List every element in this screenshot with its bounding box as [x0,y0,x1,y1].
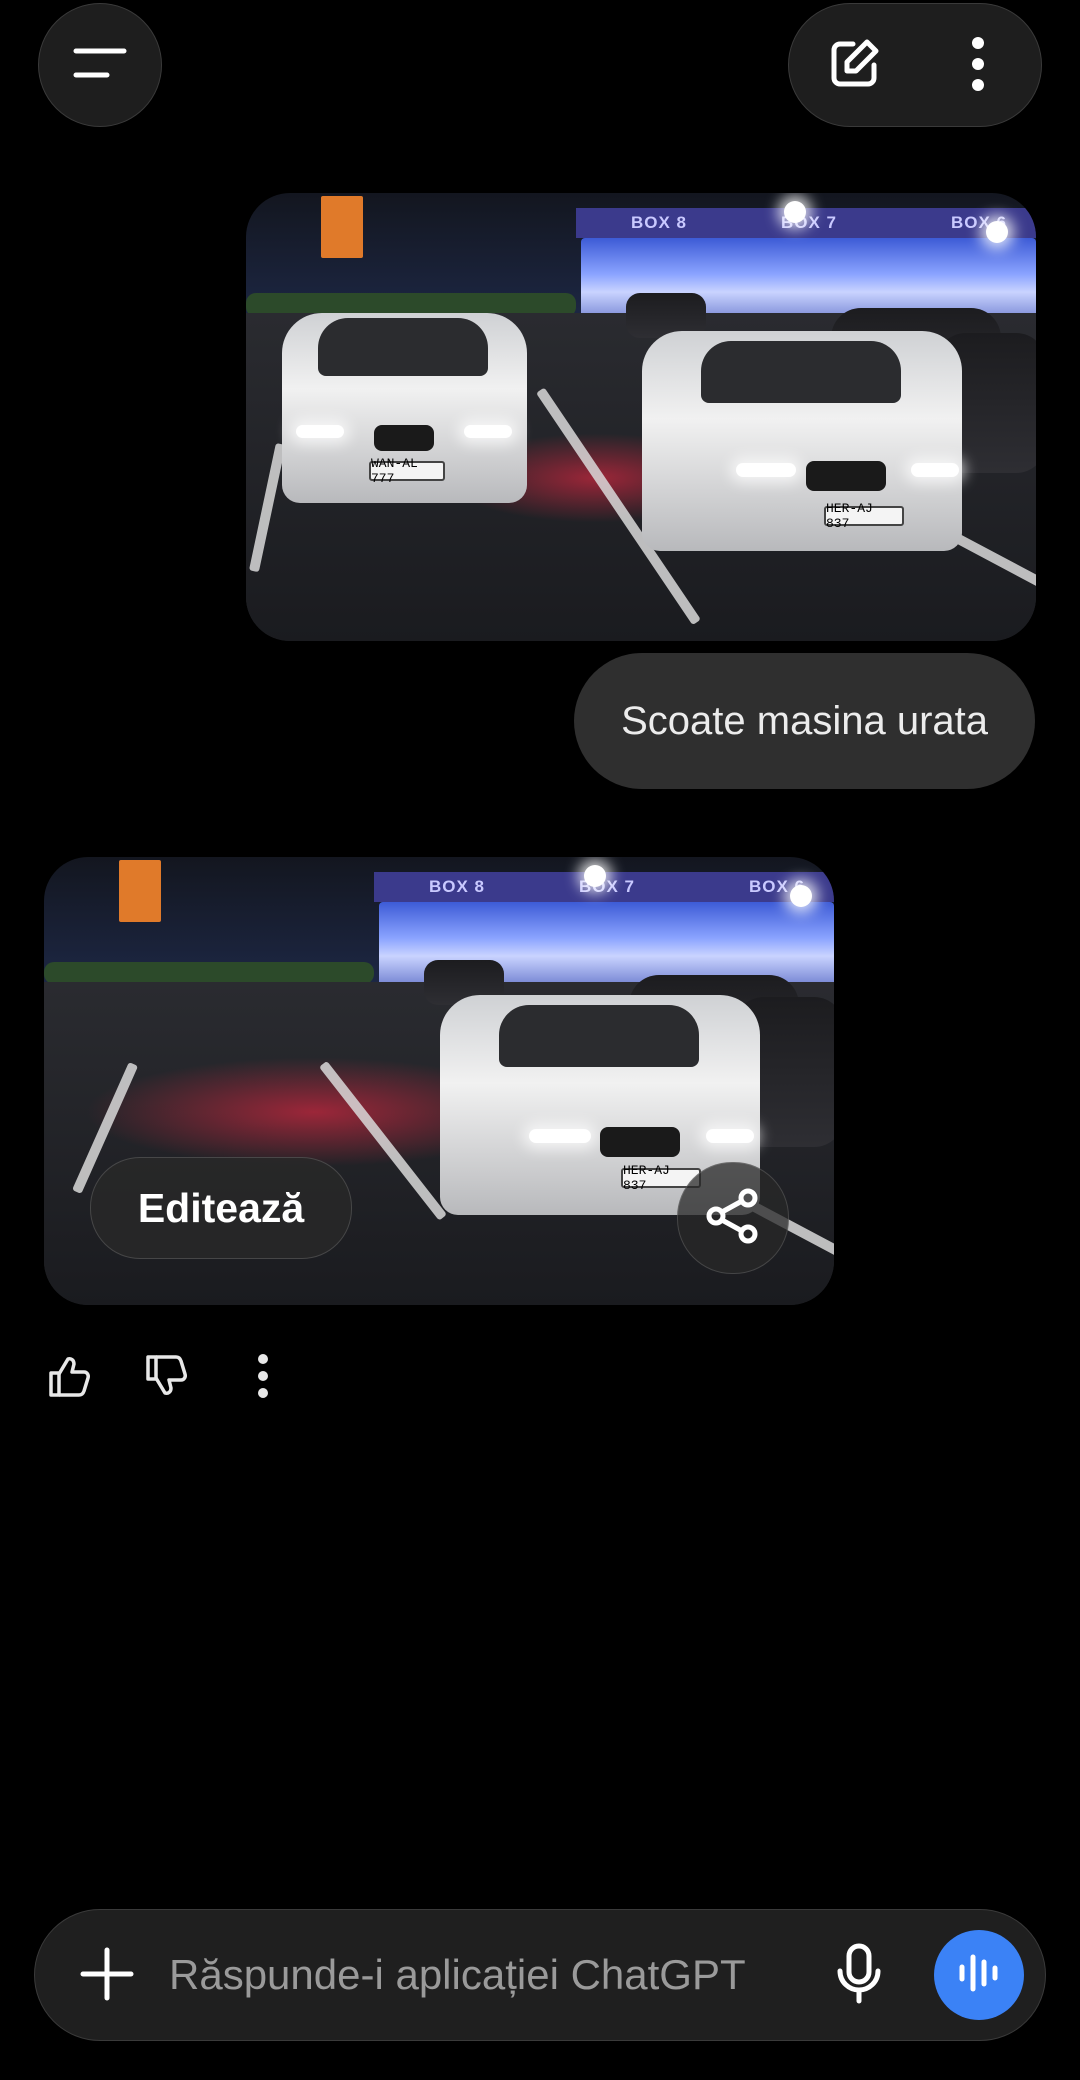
thumbs-up-button[interactable] [35,1348,105,1408]
composer [34,1909,1046,2041]
share-icon [704,1187,762,1250]
edit-image-button[interactable]: Editează [90,1157,352,1259]
more-vertical-icon [257,1353,269,1403]
voice-mode-icon [957,1951,1001,2000]
add-attachment-button[interactable] [63,1932,151,2020]
license-plate: HER-AJ 837 [824,501,904,531]
message-input[interactable] [169,1910,829,2040]
plus-icon [80,1947,134,2006]
menu-icon [73,46,127,85]
user-uploaded-image[interactable]: BOX 8 BOX 7 BOX 6 WAN-AL 777 HER-AJ 837 [246,193,1036,641]
new-chat-button[interactable] [799,4,909,128]
license-plate: WAN-AL 777 [369,456,445,486]
thumbs-down-icon [144,1353,190,1404]
message-more-button[interactable] [228,1348,298,1408]
voice-mode-button[interactable] [934,1930,1024,2020]
edit-icon [826,36,882,97]
menu-button[interactable] [38,3,162,127]
generated-image[interactable]: BOX 8 BOX 7 BOX 6 HER-AJ 837 Editează [44,857,834,1305]
more-options-button[interactable] [923,4,1033,128]
thumbs-up-icon [47,1353,93,1404]
thumbs-down-button[interactable] [132,1348,202,1408]
more-vertical-icon [971,36,985,97]
dictate-button[interactable] [815,1932,903,2020]
user-message-bubble: Scoate masina urata [574,653,1035,789]
share-button[interactable] [677,1162,789,1274]
mic-icon [835,1943,883,2010]
top-actions-group [788,3,1042,127]
